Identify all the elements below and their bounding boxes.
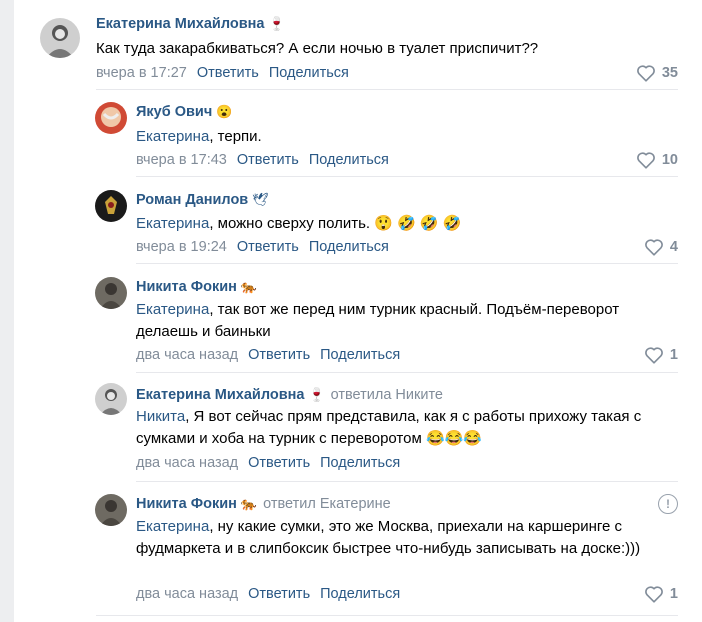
comment-meta: два часа назад Ответить Поделиться [136,347,410,363]
comment-time[interactable]: два часа назад [136,347,238,363]
reply-button[interactable]: Ответить [248,586,310,602]
reply-button[interactable]: Ответить [237,152,299,168]
comment-meta: два часа назад Ответить Поделиться [136,455,410,471]
share-button[interactable]: Поделиться [269,65,349,81]
comment-meta: вчера в 17:27 Ответить Поделиться [96,65,359,81]
avatar[interactable] [95,102,127,134]
avatar[interactable] [95,190,127,222]
like-button[interactable]: 1 [644,346,678,364]
like-count: 35 [661,65,678,81]
comment-reply: Екатерина Михайловна 🍷 ответила Никите Ник… [0,373,702,481]
mention-link[interactable]: Екатерина [136,215,209,232]
mention-link[interactable]: Екатерина [136,128,209,145]
like-count: 10 [661,152,678,168]
comment-meta: два часа назад Ответить Поделиться [136,586,410,602]
comment-time[interactable]: два часа назад [136,455,238,471]
mention-link[interactable]: Никита [136,408,185,425]
author-badge-icon: 🐅 [240,279,258,294]
comment-author[interactable]: Екатерина Михайловна 🍷 ответила Никите [136,387,443,403]
author-badge-icon: 😮 [216,104,233,119]
comment-text: Как туда закарабкиваться? А если ночью в… [96,40,539,57]
comment-author[interactable]: Никита Фокин 🐅 [136,279,257,295]
comment-text: Екатерина, ну какие сумки, это же Москва… [136,518,641,557]
comment-reply: Якуб Ович 😮 Екатерина, терпи. вчера в 17:… [0,90,702,176]
reply-to-label[interactable]: ответил Екатерине [263,496,391,512]
mention-link[interactable]: Екатерина [136,518,209,535]
like-button[interactable]: 35 [636,64,678,82]
avatar[interactable] [95,277,127,309]
comment-time[interactable]: вчера в 17:27 [96,65,187,81]
like-count: 1 [669,586,678,602]
comment: Екатерина Михайловна 🍷 Как туда закарабки… [0,0,702,90]
comment-text: Екатерина, можно сверху полить. 😲 🤣 🤣 🤣 [136,215,462,232]
author-badge-icon: 🍷 [308,387,325,402]
comment-author[interactable]: Якуб Ович 😮 [136,104,232,120]
comment-text: Никита, Я вот сейчас прям представила, к… [136,408,642,447]
like-count: 4 [669,239,678,255]
author-badge-icon: 🕊 [252,192,269,207]
comment-meta: вчера в 17:43 Ответить Поделиться [136,152,399,168]
comment-meta: вчера в 19:24 Ответить Поделиться [136,239,399,255]
comment-time[interactable]: вчера в 17:43 [136,152,227,168]
comment-time[interactable]: два часа назад [136,586,238,602]
report-icon[interactable]: ! [658,494,678,514]
reply-button[interactable]: Ответить [248,347,310,363]
like-count: 1 [669,347,678,363]
comment-reply: Никита Фокин 🐅 ответил Екатерине ! Екатери… [0,482,702,612]
avatar[interactable] [40,18,80,58]
share-button[interactable]: Поделиться [320,586,400,602]
reply-to-label[interactable]: ответила Никите [331,387,443,403]
heart-icon [636,65,655,82]
avatar[interactable] [95,383,127,415]
like-button[interactable]: 1 [644,585,678,603]
share-button[interactable]: Поделиться [320,347,400,363]
comment-reply: Никита Фокин 🐅 Екатерина, так вот же пере… [0,264,702,372]
like-button[interactable]: 4 [644,238,678,256]
reply-button[interactable]: Ответить [237,239,299,255]
heart-icon [645,239,663,256]
share-button[interactable]: Поделиться [309,152,389,168]
share-button[interactable]: Поделиться [309,239,389,255]
comment-author[interactable]: Екатерина Михайловна 🍷 [96,16,285,32]
author-badge-icon: 🍷 [268,16,285,31]
divider [96,615,678,616]
comment-time[interactable]: вчера в 19:24 [136,239,227,255]
comment-author[interactable]: Никита Фокин 🐅 ответил Екатерине [136,496,391,512]
heart-icon [645,586,663,603]
comment-text: Екатерина, терпи. [136,128,262,145]
comment-author[interactable]: Роман Данилов 🕊 [136,192,269,208]
avatar[interactable] [95,494,127,526]
like-button[interactable]: 10 [636,151,678,169]
reply-button[interactable]: Ответить [197,65,259,81]
author-badge-icon: 🐅 [240,496,258,511]
heart-icon [645,347,663,364]
mention-link[interactable]: Екатерина [136,301,209,318]
comment-reply: Роман Данилов 🕊 Екатерина, можно сверху п… [0,177,702,263]
heart-icon [636,152,655,169]
comment-text: Екатерина, так вот же перед ним турник к… [136,301,620,340]
share-button[interactable]: Поделиться [320,455,400,471]
reply-button[interactable]: Ответить [248,455,310,471]
